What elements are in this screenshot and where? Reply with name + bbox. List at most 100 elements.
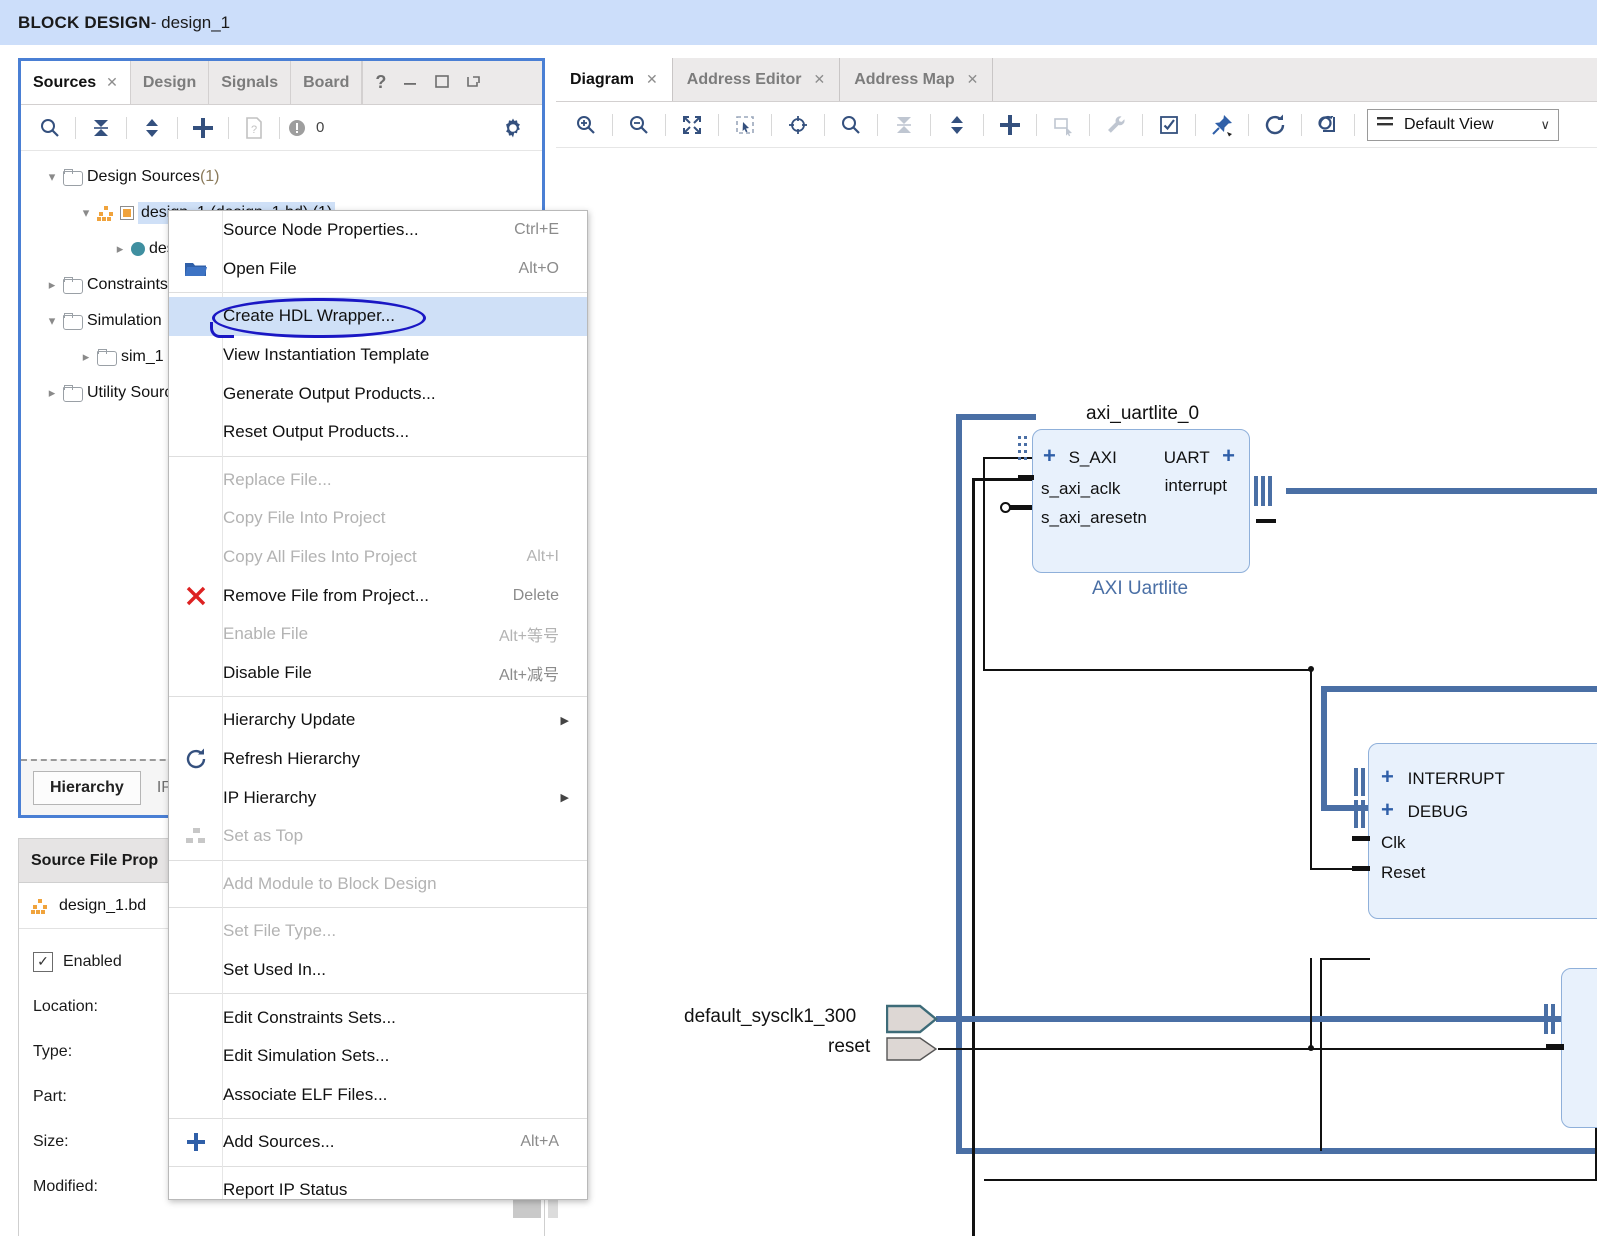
pin-uart[interactable]: UART + xyxy=(1164,445,1235,468)
chevron-right-icon[interactable]: ▸ xyxy=(109,241,131,257)
center-icon[interactable] xyxy=(774,102,822,148)
pin-icon[interactable] xyxy=(1198,102,1246,148)
pin-s-axi-aclk[interactable]: s_axi_aclk xyxy=(1041,479,1120,499)
block-design-canvas[interactable]: axi_uartlite_0 + S_AXI s_axi_aclk s_axi_… xyxy=(556,148,1597,1236)
add-ip-icon[interactable] xyxy=(986,102,1034,148)
expand-all-icon[interactable] xyxy=(129,105,175,151)
search-icon[interactable] xyxy=(27,105,73,151)
search-icon[interactable] xyxy=(827,102,875,148)
menu-label: Add Sources... xyxy=(223,1132,520,1152)
toolbar-divider xyxy=(228,117,229,139)
optimize-icon[interactable] xyxy=(1304,102,1352,148)
tab-diagram[interactable]: Diagram ✕ xyxy=(556,58,673,101)
chevron-down-icon[interactable]: ▾ xyxy=(75,205,97,221)
collapse-all-icon[interactable] xyxy=(78,105,124,151)
fit-icon[interactable] xyxy=(668,102,716,148)
tab-address-map[interactable]: Address Map ✕ xyxy=(840,58,993,101)
close-icon[interactable]: ✕ xyxy=(646,71,658,88)
menu-item-reset-output-products[interactable]: Reset Output Products... xyxy=(169,413,587,452)
chevron-right-icon[interactable]: ▸ xyxy=(41,277,63,293)
menu-shortcut: Alt+O xyxy=(519,260,587,278)
tab-board[interactable]: Board xyxy=(291,61,362,104)
block-partial-right[interactable] xyxy=(1561,968,1597,1128)
expand-plus-icon[interactable]: + xyxy=(1222,443,1235,468)
chevron-down-icon[interactable]: ∨ xyxy=(1540,117,1550,133)
block-microblaze[interactable]: + INTERRUPT + DEBUG Clk Reset xyxy=(1368,743,1597,919)
toolbar-divider xyxy=(824,114,825,136)
tab-address-editor[interactable]: Address Editor ✕ xyxy=(673,58,840,101)
zoom-out-icon[interactable] xyxy=(615,102,663,148)
context-menu[interactable]: Source Node Properties... Ctrl+E Open Fi… xyxy=(168,210,588,1200)
settings-icon[interactable] xyxy=(490,105,536,151)
menu-label: IP Hierarchy xyxy=(223,788,587,808)
enabled-checkbox[interactable]: ✓ xyxy=(33,952,53,972)
menu-item-edit-constraints-sets[interactable]: Edit Constraints Sets... xyxy=(169,998,587,1037)
submenu-arrow-icon: ▶ xyxy=(561,714,569,727)
tree-item-design-sources[interactable]: ▾ Design Sources (1) xyxy=(21,159,542,195)
wire-bottom-feedback xyxy=(984,1179,1597,1181)
menu-item-set-used-in[interactable]: Set Used In... xyxy=(169,951,587,990)
tab-signals[interactable]: Signals xyxy=(209,61,291,104)
menu-item-refresh-hierarchy[interactable]: Refresh Hierarchy xyxy=(169,740,587,779)
close-icon[interactable]: ✕ xyxy=(967,71,979,88)
tab-design[interactable]: Design xyxy=(131,61,209,104)
pin-interrupt[interactable]: interrupt xyxy=(1165,476,1227,496)
pin-reset[interactable]: Reset xyxy=(1381,863,1425,883)
chevron-right-icon[interactable]: ▸ xyxy=(75,349,97,365)
close-icon[interactable]: ✕ xyxy=(106,74,118,91)
property-label: Type: xyxy=(33,1043,72,1061)
menu-label: Replace File... xyxy=(223,470,559,490)
pin-debug-bus[interactable]: + DEBUG xyxy=(1381,799,1468,822)
menu-item-open-file[interactable]: Open File Alt+O xyxy=(169,250,587,289)
external-port-label-reset: reset xyxy=(828,1036,870,1058)
validate-icon[interactable] xyxy=(1145,102,1193,148)
menu-item-disable-file[interactable]: Disable File Alt+减号 xyxy=(169,654,587,693)
pin-clk[interactable]: Clk xyxy=(1381,833,1406,853)
maximize-icon[interactable] xyxy=(434,74,450,92)
menu-item-remove-file-from-project[interactable]: Remove File from Project... Delete xyxy=(169,576,587,615)
chevron-down-icon[interactable]: ▾ xyxy=(41,169,63,185)
menu-item-source-node-properties[interactable]: Source Node Properties... Ctrl+E xyxy=(169,211,587,250)
block-axi-uartlite-0[interactable]: + S_AXI s_axi_aclk s_axi_aresetn UART + … xyxy=(1032,429,1250,573)
inverter-bubble-aresetn xyxy=(1000,502,1011,513)
external-port-sysclk[interactable] xyxy=(886,1004,938,1039)
pin-s-axi-aresetn[interactable]: s_axi_aresetn xyxy=(1041,508,1147,528)
toolbar-divider xyxy=(279,117,280,139)
expand-plus-icon[interactable]: + xyxy=(1381,797,1394,822)
menu-item-add-sources[interactable]: Add Sources... Alt+A xyxy=(169,1123,587,1162)
menu-item-ip-hierarchy[interactable]: IP Hierarchy ▶ xyxy=(169,778,587,817)
external-port-reset[interactable] xyxy=(886,1036,938,1067)
bottom-tab-hierarchy[interactable]: Hierarchy xyxy=(33,771,141,805)
menu-item-generate-output-products[interactable]: Generate Output Products... xyxy=(169,374,587,413)
menu-item-report-ip-status[interactable]: Report IP Status xyxy=(169,1171,587,1210)
tab-sources[interactable]: Sources ✕ xyxy=(21,61,131,104)
pin-interrupt-bus[interactable]: + INTERRUPT xyxy=(1381,766,1505,789)
menu-label: Generate Output Products... xyxy=(223,384,559,404)
regenerate-icon[interactable] xyxy=(1251,102,1299,148)
menu-item-view-instantiation-template[interactable]: View Instantiation Template xyxy=(169,336,587,375)
chevron-right-icon[interactable]: ▸ xyxy=(41,385,63,401)
menu-item-associate-elf-files[interactable]: Associate ELF Files... xyxy=(169,1075,587,1114)
expand-plus-icon[interactable]: + xyxy=(1043,443,1056,468)
expand-all-icon[interactable] xyxy=(933,102,981,148)
select-area-icon[interactable] xyxy=(721,102,769,148)
help-icon[interactable]: ? xyxy=(375,72,386,93)
chevron-down-icon[interactable]: ▾ xyxy=(41,313,63,329)
view-selector[interactable]: Default View ∨ xyxy=(1367,109,1559,141)
minimize-icon[interactable] xyxy=(402,74,418,92)
float-icon[interactable] xyxy=(466,74,482,92)
pin-s-axi[interactable]: + S_AXI xyxy=(1043,445,1117,468)
tab-signals-label: Signals xyxy=(221,74,278,92)
close-icon[interactable]: ✕ xyxy=(813,71,825,88)
window-buttons: ? xyxy=(362,61,494,104)
menu-item-hierarchy-update[interactable]: Hierarchy Update ▶ xyxy=(169,701,587,740)
toolbar-divider xyxy=(930,114,931,136)
expand-plus-icon[interactable]: + xyxy=(1381,764,1394,789)
zoom-in-icon[interactable] xyxy=(562,102,610,148)
tree-label: Design Sources xyxy=(87,168,200,186)
wire-s-axi-bus xyxy=(956,414,1036,420)
wire-reset-to-block2 xyxy=(1320,958,1370,960)
menu-separator xyxy=(169,696,587,697)
menu-item-edit-simulation-sets[interactable]: Edit Simulation Sets... xyxy=(169,1037,587,1076)
add-sources-icon[interactable] xyxy=(180,105,226,151)
